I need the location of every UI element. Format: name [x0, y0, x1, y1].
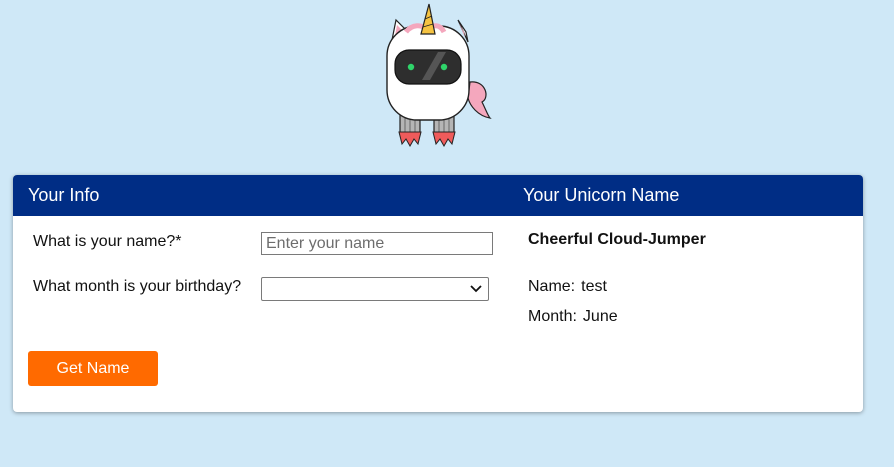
name-input[interactable]: [261, 232, 493, 255]
birthday-month-label: What month is your birthday?: [33, 278, 242, 295]
result-name-row: Name: test: [528, 278, 607, 296]
chevron-down-icon: [470, 285, 482, 293]
result-month-row: Month: June: [528, 308, 618, 326]
card-header: Your Info Your Unicorn Name: [13, 175, 863, 216]
unicorn-robot-icon: [386, 3, 492, 148]
get-name-button[interactable]: Get Name: [28, 351, 158, 386]
result-month-key: Month:: [528, 308, 577, 325]
result-month-value: June: [582, 308, 618, 325]
result-name-value: test: [581, 278, 607, 295]
unicorn-name-card: Your Info Your Unicorn Name What is your…: [13, 175, 863, 412]
unicorn-name-heading: Your Unicorn Name: [523, 185, 680, 205]
unicorn-name-result: Cheerful Cloud-Jumper: [528, 231, 706, 248]
name-label: What is your name?*: [33, 233, 182, 250]
your-info-heading: Your Info: [28, 185, 100, 205]
birthday-month-select[interactable]: [261, 277, 489, 301]
result-name-key: Name:: [528, 278, 576, 295]
